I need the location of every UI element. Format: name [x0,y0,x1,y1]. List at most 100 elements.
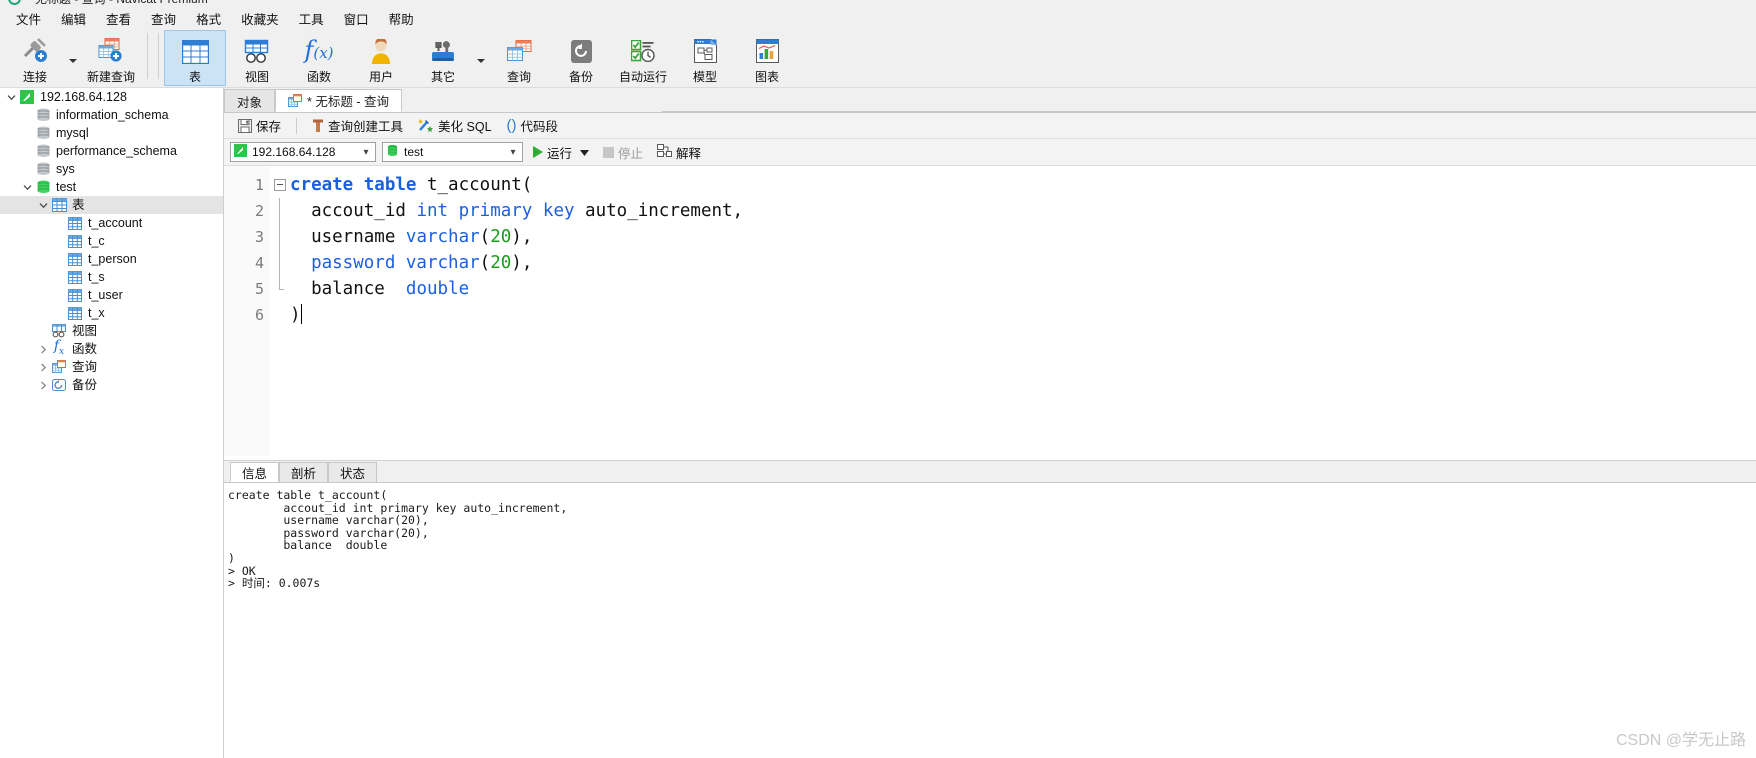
save-button[interactable]: 保存 [232,114,287,137]
query-builder-icon [312,119,324,133]
toolbar-connection[interactable]: 连接 [4,30,66,86]
sql-text: ), [511,253,533,273]
fold-guide [270,276,290,302]
tree-node-functions[interactable]: fx 函数 [0,339,223,358]
tree-node-mysql[interactable]: mysql [0,124,223,142]
tree-node-tables[interactable]: 表 [0,196,223,214]
tree-node-t-s[interactable]: t_s [0,268,223,286]
menu-tools[interactable]: 工具 [289,6,334,31]
run-icon [533,146,543,158]
tree-node-t-x[interactable]: t_x [0,304,223,322]
toolbar-function[interactable]: f(x) 函数 [288,30,350,86]
tree-node-information-schema[interactable]: information_schema [0,106,223,124]
editor-code[interactable]: 1 create table t_account( 2 accout_id in… [224,172,1756,328]
toolbar-chevron-down-icon[interactable] [474,30,488,86]
query-builder-button[interactable]: 查询创建工具 [306,114,409,137]
chevron-right-icon[interactable] [36,376,50,394]
line-number: 5 [254,280,264,298]
fold-toggle[interactable] [270,172,290,198]
menu-file[interactable]: 文件 [6,6,51,31]
toolbar-other[interactable]: 其它 [412,30,474,86]
tree-node-t-person[interactable]: t_person [0,250,223,268]
database-value: test [404,145,424,159]
navigation-tree[interactable]: 192.168.64.128 information_schemamysql per… [0,88,224,758]
result-tab-profile[interactable]: 剖析 [279,462,329,482]
toolbar-table[interactable]: 表 [164,30,226,86]
tree-node-performance-schema[interactable]: performance_schema [0,142,223,160]
explain-label: 解释 [676,146,702,161]
sql-keyword: double [405,279,470,299]
line-number: 2 [254,202,264,220]
menu-format[interactable]: 格式 [186,6,231,31]
toolbar-new-query[interactable]: 新建查询 [80,30,142,86]
run-button[interactable]: 运行 [529,141,593,164]
chevron-right-icon[interactable] [36,340,50,358]
toolbar-automation[interactable]: 自动运行 [612,30,674,86]
toolbar-label: 备份 [568,70,593,84]
tree-node-sys[interactable]: sys [0,160,223,178]
database-open-icon [34,178,52,196]
menu-favorites[interactable]: 收藏夹 [231,6,289,31]
tree-node-test[interactable]: test [0,178,223,196]
tab-objects[interactable]: 对象 [224,89,276,112]
tree-node-queries[interactable]: 查询 [0,358,223,376]
menu-bar: 文件 编辑 查看 查询 格式 收藏夹 工具 窗口 帮助 [0,6,1756,30]
navicat-logo-icon [8,0,21,5]
result-tab-info[interactable]: 信息 [230,462,280,482]
tree-twisty-spacer [20,106,34,124]
toolbar-chart[interactable]: 图表 [736,30,798,86]
database-select[interactable]: test ▾ [382,142,523,162]
menu-query[interactable]: 查询 [141,6,186,31]
tree-node-t-account[interactable]: t_account [0,214,223,232]
connection-select[interactable]: 192.168.64.128 ▾ [230,142,376,162]
navicat-connection-icon [18,88,36,106]
query-tab-icon [288,93,303,108]
menu-help[interactable]: 帮助 [379,6,424,31]
toolbar-query[interactable]: 查询 [488,30,550,86]
chevron-down-icon[interactable]: ▾ [359,147,373,158]
tree-twisty-spacer [20,142,34,160]
tab-untitled-query[interactable]: * 无标题 - 查询 [275,89,402,112]
tree-node-connection[interactable]: 192.168.64.128 [0,88,223,106]
code-snippet-button[interactable]: () 代码段 [501,114,565,137]
tab-label: 对象 [237,95,263,110]
tree-node-label: t_person [88,252,137,266]
chevron-down-icon[interactable] [4,88,18,106]
sql-text: accout_id [290,201,417,221]
code-snippet-icon: () [506,116,517,134]
explain-button[interactable]: 解释 [653,141,705,164]
tree-node-views[interactable]: 视图 [0,322,223,340]
query-toolbar-label: 代码段 [520,120,559,134]
sql-keyword: varchar [405,227,480,247]
menu-edit[interactable]: 编辑 [51,6,96,31]
chevron-down-icon[interactable]: ▾ [506,147,520,158]
tree-node-t-c[interactable]: t_c [0,232,223,250]
stop-button[interactable]: 停止 [599,141,647,164]
menu-window[interactable]: 窗口 [334,6,379,31]
menu-view[interactable]: 查看 [96,6,141,31]
toolbar-separator [147,33,148,79]
tree-node-t-user[interactable]: t_user [0,286,223,304]
tree-node-label: mysql [56,126,89,140]
toolbar-view[interactable]: 视图 [226,30,288,86]
run-options-chevron-down-icon[interactable] [580,145,590,159]
new-query-icon [98,35,124,67]
sql-text: balance [290,279,406,299]
toolbar-user[interactable]: 用户 [350,30,412,86]
tree-node-backups[interactable]: 备份 [0,376,223,394]
toolbar-chevron-down-icon[interactable] [66,30,80,86]
chevron-down-icon[interactable] [20,178,34,196]
sql-editor[interactable]: 1 create table t_account( 2 accout_id in… [224,166,1756,456]
result-tab-status[interactable]: 状态 [328,462,378,482]
beautify-sql-button[interactable]: 美化 SQL [412,114,498,137]
toolbar-model[interactable]: 模型 [674,30,736,86]
database-icon [34,106,52,124]
chevron-right-icon[interactable] [36,358,50,376]
sql-text: ( [479,253,491,273]
navicat-window: * 无标题 - 查询 - Navicat Premium 文件编辑查看查询格式收… [0,0,1756,758]
backup-folder-icon [50,376,68,394]
fold-guide [270,250,290,276]
toolbar-label: 查询 [506,70,531,84]
chevron-down-icon[interactable] [36,196,50,214]
toolbar-backup[interactable]: 备份 [550,30,612,86]
